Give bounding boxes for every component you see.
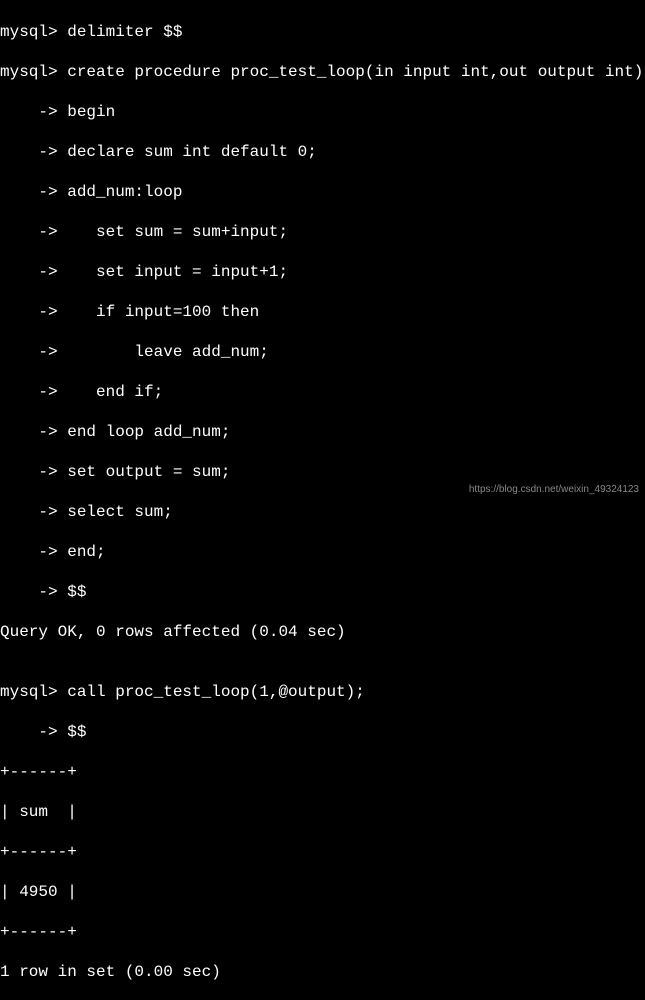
terminal-line: mysql> call proc_test_loop(1,@output); [0, 682, 645, 702]
terminal-line: -> declare sum int default 0; [0, 142, 645, 162]
terminal-line: -> leave add_num; [0, 342, 645, 362]
terminal-line: | 4950 | [0, 882, 645, 902]
terminal-line: +------+ [0, 842, 645, 862]
terminal-line: -> begin [0, 102, 645, 122]
terminal-line: -> set output = sum; [0, 462, 645, 482]
terminal-line: | sum | [0, 802, 645, 822]
terminal-line: -> select sum; [0, 502, 645, 522]
terminal-line: mysql> delimiter $$ [0, 22, 645, 42]
watermark-text: https://blog.csdn.net/weixin_49324123 [469, 484, 639, 497]
terminal-line: 1 row in set (0.00 sec) [0, 962, 645, 982]
terminal-line: -> $$ [0, 582, 645, 602]
terminal-line: -> end; [0, 542, 645, 562]
terminal-line: Query OK, 0 rows affected (0.04 sec) [0, 622, 645, 642]
terminal-line: -> set input = input+1; [0, 262, 645, 282]
terminal-output: mysql> delimiter $$ mysql> create proced… [0, 2, 645, 1000]
terminal-line: -> set sum = sum+input; [0, 222, 645, 242]
terminal-line: +------+ [0, 762, 645, 782]
terminal-line: -> end loop add_num; [0, 422, 645, 442]
terminal-line: +------+ [0, 922, 645, 942]
terminal-line: mysql> create procedure proc_test_loop(i… [0, 62, 645, 82]
terminal-line: -> end if; [0, 382, 645, 402]
terminal-line: -> $$ [0, 722, 645, 742]
terminal-line: -> if input=100 then [0, 302, 645, 322]
terminal-line: -> add_num:loop [0, 182, 645, 202]
